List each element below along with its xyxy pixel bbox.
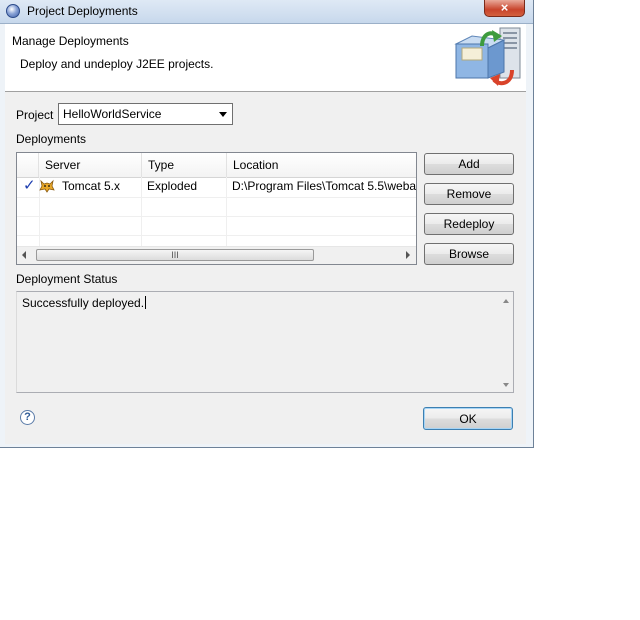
deployment-status-textarea[interactable]: Successfully deployed.: [16, 291, 514, 393]
checkmark-icon: ✓: [23, 177, 36, 194]
horizontal-scrollbar[interactable]: III: [17, 246, 416, 264]
scroll-left-icon[interactable]: [22, 251, 26, 259]
deployments-table[interactable]: Server Type Location ✓ Tomcat 5.x Explod…: [16, 152, 417, 265]
browse-button[interactable]: Browse: [424, 243, 514, 265]
scroll-up-icon[interactable]: [503, 299, 509, 303]
header-title: Manage Deployments: [12, 34, 129, 48]
ok-button[interactable]: OK: [423, 407, 513, 430]
deployment-banner-icon: [454, 27, 521, 86]
row-type: Exploded: [147, 179, 198, 193]
status-message: Successfully deployed.: [22, 296, 145, 310]
window-title: Project Deployments: [27, 4, 138, 18]
remove-button[interactable]: Remove: [424, 183, 514, 205]
deployment-status-label: Deployment Status: [16, 272, 118, 286]
scroll-right-icon[interactable]: [406, 251, 410, 259]
scroll-thumb[interactable]: III: [36, 249, 314, 261]
header-description: Deploy and undeploy J2EE projects.: [20, 57, 214, 71]
scroll-down-icon[interactable]: [503, 383, 509, 387]
header-panel: Manage Deployments Deploy and undeploy J…: [5, 24, 526, 92]
column-header-type[interactable]: Type: [142, 153, 227, 177]
close-button[interactable]: ×: [484, 0, 525, 17]
column-header-status[interactable]: [17, 153, 39, 177]
text-caret: [145, 296, 147, 309]
table-header: Server Type Location: [17, 153, 416, 178]
project-select-value: HelloWorldService: [63, 107, 162, 121]
column-header-location[interactable]: Location: [227, 153, 416, 177]
eclipse-icon: [6, 4, 20, 18]
project-deployments-dialog: Project Deployments × Manage Deployments…: [0, 0, 534, 448]
row-server: Tomcat 5.x: [62, 179, 121, 193]
tomcat-icon: [39, 179, 55, 193]
help-icon[interactable]: ?: [20, 410, 35, 425]
column-header-server[interactable]: Server: [39, 153, 142, 177]
add-button[interactable]: Add: [424, 153, 514, 175]
table-row-empty: [17, 216, 416, 236]
project-select[interactable]: HelloWorldService: [58, 103, 233, 125]
deployment-status-text: Successfully deployed.: [22, 296, 147, 310]
row-location: D:\Program Files\Tomcat 5.5\weba: [232, 179, 417, 193]
table-row-empty: [17, 197, 416, 217]
chevron-down-icon: [219, 112, 227, 117]
deployments-label: Deployments: [16, 132, 87, 146]
project-label: Project: [16, 108, 54, 122]
table-row[interactable]: ✓ Tomcat 5.x Exploded D:\Program Files\T…: [17, 177, 416, 198]
title-bar[interactable]: Project Deployments ×: [0, 0, 533, 24]
redeploy-button[interactable]: Redeploy: [424, 213, 514, 235]
